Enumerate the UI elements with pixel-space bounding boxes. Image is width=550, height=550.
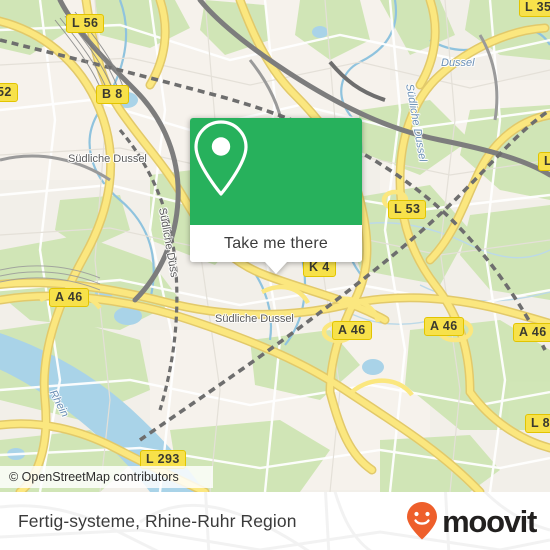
road-shield-l85[interactable]: L 85 bbox=[525, 414, 550, 433]
page-footer: Fertig-systeme, Rhine-Ruhr Region moovit bbox=[0, 492, 550, 550]
road-shield-l-right[interactable]: L bbox=[538, 152, 550, 171]
place-popup[interactable]: Take me there bbox=[190, 118, 362, 274]
footer-inner: Fertig-systeme, Rhine-Ruhr Region moovit bbox=[0, 492, 550, 550]
road-shield-l56[interactable]: L 56 bbox=[66, 14, 105, 33]
moovit-logo[interactable]: moovit bbox=[406, 501, 537, 541]
popup-card: Take me there bbox=[190, 118, 362, 262]
location-pin-icon bbox=[194, 120, 248, 196]
moovit-map-page: Dussel Südliche Dussel Südliche Dussel S… bbox=[0, 0, 550, 550]
road-shield-a46-west[interactable]: A 46 bbox=[49, 288, 89, 307]
road-shield-l53[interactable]: L 53 bbox=[388, 200, 427, 219]
take-me-there-button[interactable]: Take me there bbox=[190, 225, 362, 262]
place-title: Fertig-systeme, Rhine-Ruhr Region bbox=[18, 510, 297, 531]
moovit-wordmark: moovit bbox=[442, 503, 537, 539]
road-shield-b8[interactable]: B 8 bbox=[96, 85, 129, 104]
map-attribution[interactable]: © OpenStreetMap contributors bbox=[0, 466, 213, 488]
road-shield-a52[interactable]: 52 bbox=[0, 83, 18, 102]
popup-header bbox=[190, 118, 362, 225]
road-shield-a46-east[interactable]: A 46 bbox=[424, 317, 464, 336]
attribution-text: © OpenStreetMap contributors bbox=[9, 470, 179, 484]
road-shield-a46-far-east[interactable]: A 46 bbox=[513, 323, 550, 342]
road-shield-l35[interactable]: L 35 bbox=[519, 0, 550, 17]
map-canvas[interactable]: Dussel Südliche Dussel Südliche Dussel S… bbox=[0, 0, 550, 492]
popup-pointer bbox=[265, 262, 287, 274]
road-shield-a46-center[interactable]: A 46 bbox=[332, 321, 372, 340]
moovit-smiley-pin-icon bbox=[407, 502, 438, 540]
